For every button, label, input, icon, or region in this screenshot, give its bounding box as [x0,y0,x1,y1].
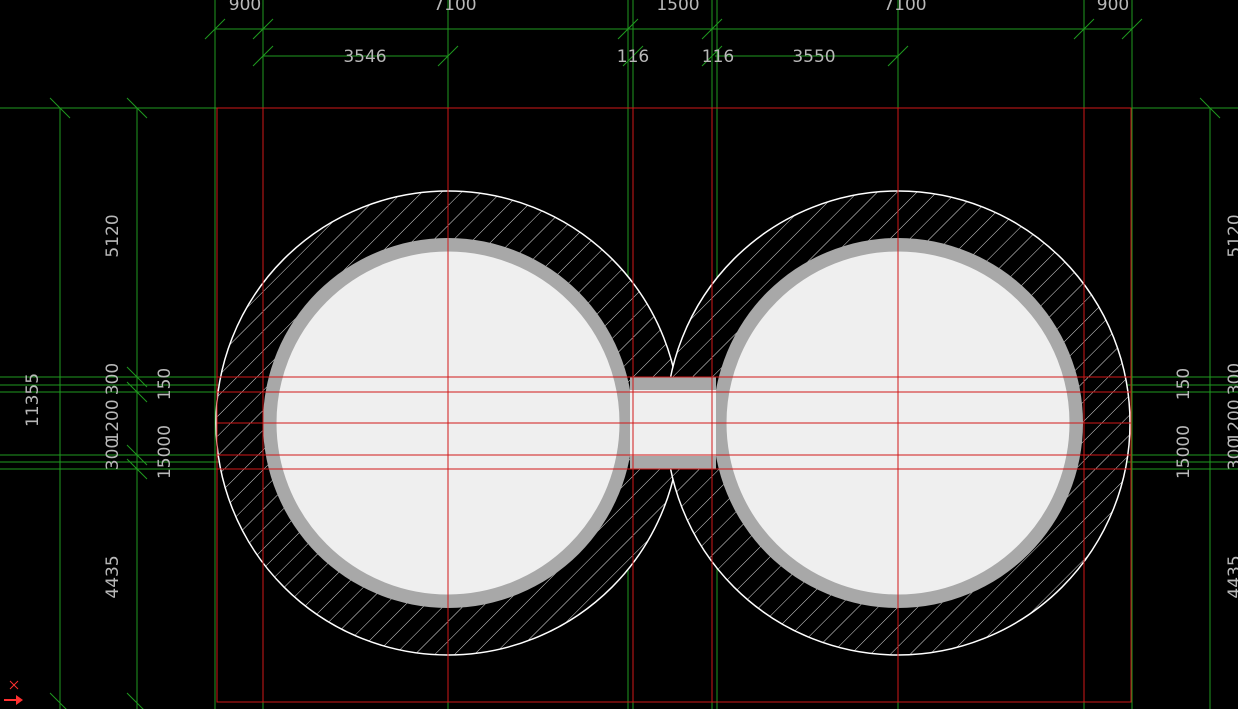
dim-left-band-bottom: 300 [103,438,123,470]
dim-right-band-top: 300 [1225,363,1238,395]
dim-top-3: 1500 [656,0,699,15]
dim-right-upper: 5120 [1225,214,1238,257]
dim-top-2: 7100 [433,0,476,15]
dim-top-5: 900 [1097,0,1129,15]
dim-right-band-mid: 1200 [1225,399,1238,442]
dim-mid-1: 3546 [343,47,386,67]
dim-right-small-a: 150 [1174,368,1194,400]
dim-left-upper: 5120 [103,214,123,257]
dim-right-small-b: 15000 [1174,425,1194,479]
dim-left-total: 11355 [23,373,43,427]
dim-left-band-mid: 1200 [103,399,123,442]
dim-mid-4: 3550 [792,47,835,67]
dim-top-4: 7100 [883,0,926,15]
dim-left-small-a: 150 [155,368,175,400]
dim-left-lower: 4435 [103,555,123,598]
ucs-axis-icon [4,680,23,705]
cad-drawing-canvas[interactable]: 900 7100 1500 7100 900 3546 116 116 3550… [0,0,1238,709]
top-dimensions: 900 7100 1500 7100 900 3546 116 116 3550 [229,0,1129,67]
dim-top-1: 900 [229,0,261,15]
dim-left-band-top: 300 [103,363,123,395]
right-dimensions: 5120 4435 300 1200 300 150 15000 [1174,214,1238,598]
dim-right-lower: 4435 [1225,555,1238,598]
left-dimensions: 11355 5120 4435 300 1200 300 150 15000 [23,214,175,598]
dim-mid-2: 116 [617,47,649,67]
dim-left-small-b: 15000 [155,425,175,479]
dim-mid-3: 116 [702,47,734,67]
dim-right-band-bottom: 300 [1225,438,1238,470]
